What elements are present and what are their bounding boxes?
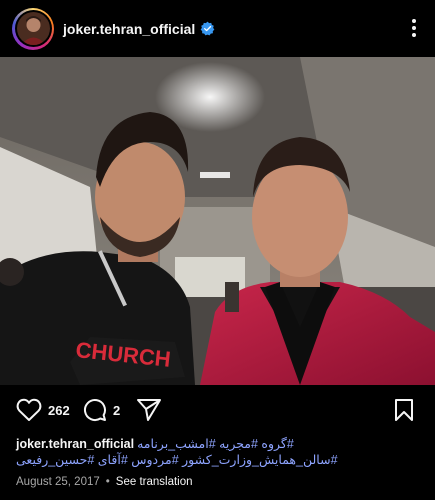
more-vertical-icon[interactable] — [409, 17, 419, 39]
avatar-image — [16, 12, 50, 45]
save-button[interactable] — [394, 398, 414, 422]
post-username[interactable]: joker.tehran_official — [63, 21, 195, 37]
comment-button[interactable]: 2 — [83, 398, 120, 422]
comment-icon — [84, 399, 106, 422]
avatar[interactable] — [12, 7, 54, 50]
caption-username[interactable]: joker.tehran_official — [16, 437, 134, 451]
post-meta: August 25, 2017 • See translation — [16, 476, 193, 488]
share-button[interactable] — [136, 398, 162, 422]
post-header: joker.tehran_official — [0, 0, 435, 57]
post-caption: joker.tehran_official #گروه #مجریه #امشب_… — [16, 436, 419, 468]
send-icon — [137, 399, 161, 421]
post-photo[interactable]: CHURCH — [0, 57, 435, 385]
comment-count[interactable]: 2 — [113, 403, 120, 418]
like-count[interactable]: 262 — [48, 403, 70, 418]
see-translation-link[interactable]: See translation — [116, 476, 193, 488]
bookmark-icon — [395, 399, 413, 421]
verified-badge-icon — [200, 21, 215, 36]
post-actions: 262 2 — [0, 385, 435, 435]
meta-separator: • — [105, 476, 110, 488]
post-date: August 25, 2017 — [16, 476, 100, 488]
like-button[interactable]: 262 — [16, 398, 70, 422]
heart-icon — [16, 398, 42, 421]
